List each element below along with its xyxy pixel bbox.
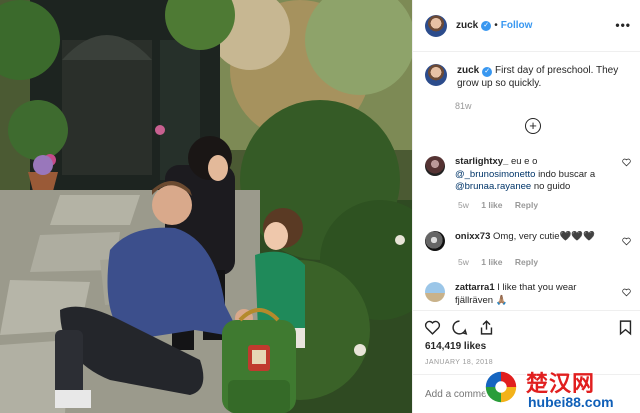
heart-icon[interactable] <box>622 288 631 297</box>
post-photo[interactable] <box>0 0 412 413</box>
post-sidebar: zuck ✓ • Follow ••• zuck ✓ First day of p… <box>412 0 640 413</box>
mention-link[interactable]: @brunaa.rayanee <box>455 181 531 192</box>
verified-badge-icon: ✓ <box>481 20 492 31</box>
post-actions-bar <box>413 310 640 340</box>
share-icon[interactable] <box>478 319 495 336</box>
header-separator: • <box>494 20 498 31</box>
commenter-username[interactable]: zattarra1 <box>455 282 495 293</box>
likes-count[interactable]: 614,419 likes <box>425 341 486 352</box>
comment-time: 5w <box>458 199 469 210</box>
author-username[interactable]: zuck <box>456 20 478 31</box>
comment-meta: 5w 1 like Reply <box>458 257 635 267</box>
comment-item: zattarra1 I like that you wear fjällräve… <box>425 282 635 307</box>
comment-likes[interactable]: 1 like <box>481 200 502 210</box>
watermark-logo-icon <box>483 369 519 405</box>
comment-text: onixx73 Omg, very cutie🖤🖤🖤 <box>455 231 615 251</box>
comment-time: 5w <box>458 257 469 267</box>
commenter-avatar[interactable] <box>425 282 445 302</box>
reply-button[interactable]: Reply <box>515 257 538 267</box>
commenter-avatar[interactable] <box>425 156 445 176</box>
comment-body: Omg, very cutie🖤🖤🖤 <box>493 231 596 242</box>
author-avatar[interactable] <box>425 14 447 37</box>
comment-text: zattarra1 I like that you wear fjällräve… <box>455 282 615 307</box>
comment-fragment: indo buscar a <box>538 168 596 180</box>
commenter-username[interactable]: starlightxy_ <box>455 156 508 167</box>
heart-icon[interactable] <box>622 237 631 246</box>
caption-username[interactable]: zuck <box>457 65 479 76</box>
caption-avatar[interactable] <box>425 64 447 86</box>
commenter-avatar[interactable] <box>425 231 445 251</box>
comment-meta: 5w 1 like Reply <box>458 200 635 210</box>
heart-icon[interactable] <box>424 319 441 336</box>
watermark-url: hubei88.com <box>528 394 614 410</box>
comment-icon[interactable] <box>451 319 468 336</box>
bookmark-icon[interactable] <box>617 319 634 336</box>
post-caption: zuck ✓ First day of preschool. They grow … <box>425 64 631 90</box>
commenter-username[interactable]: onixx73 <box>455 231 490 242</box>
caption-body: First day of preschool. They grow up so … <box>457 65 619 89</box>
mention-link[interactable]: @_brunosimonetto <box>455 169 535 180</box>
follow-button[interactable]: Follow <box>501 20 533 31</box>
comment-item: starlightxy_ eu e o @_brunosimonetto ind… <box>425 156 635 210</box>
comment-fragment: eu e o <box>510 156 538 167</box>
verified-badge-icon: ✓ <box>482 67 493 77</box>
comment-text: starlightxy_ eu e o @_brunosimonetto ind… <box>455 156 615 194</box>
caption-time: 81w <box>455 101 472 111</box>
comment-item: onixx73 Omg, very cutie🖤🖤🖤 5w 1 like Rep… <box>425 231 635 267</box>
reply-button[interactable]: Reply <box>515 200 538 210</box>
site-watermark: 楚汉网 hubei88.com <box>482 360 640 413</box>
comment-likes[interactable]: 1 like <box>481 257 502 267</box>
caption-text-block: zuck ✓ First day of preschool. They grow … <box>457 64 631 90</box>
post-photo-illustration <box>0 0 412 413</box>
comment-fragment: no guido <box>533 181 571 192</box>
plus-circle-icon[interactable]: + <box>525 118 541 134</box>
more-options-icon[interactable]: ••• <box>615 18 631 32</box>
post-header: zuck ✓ • Follow ••• <box>413 0 640 52</box>
heart-icon[interactable] <box>622 158 631 167</box>
